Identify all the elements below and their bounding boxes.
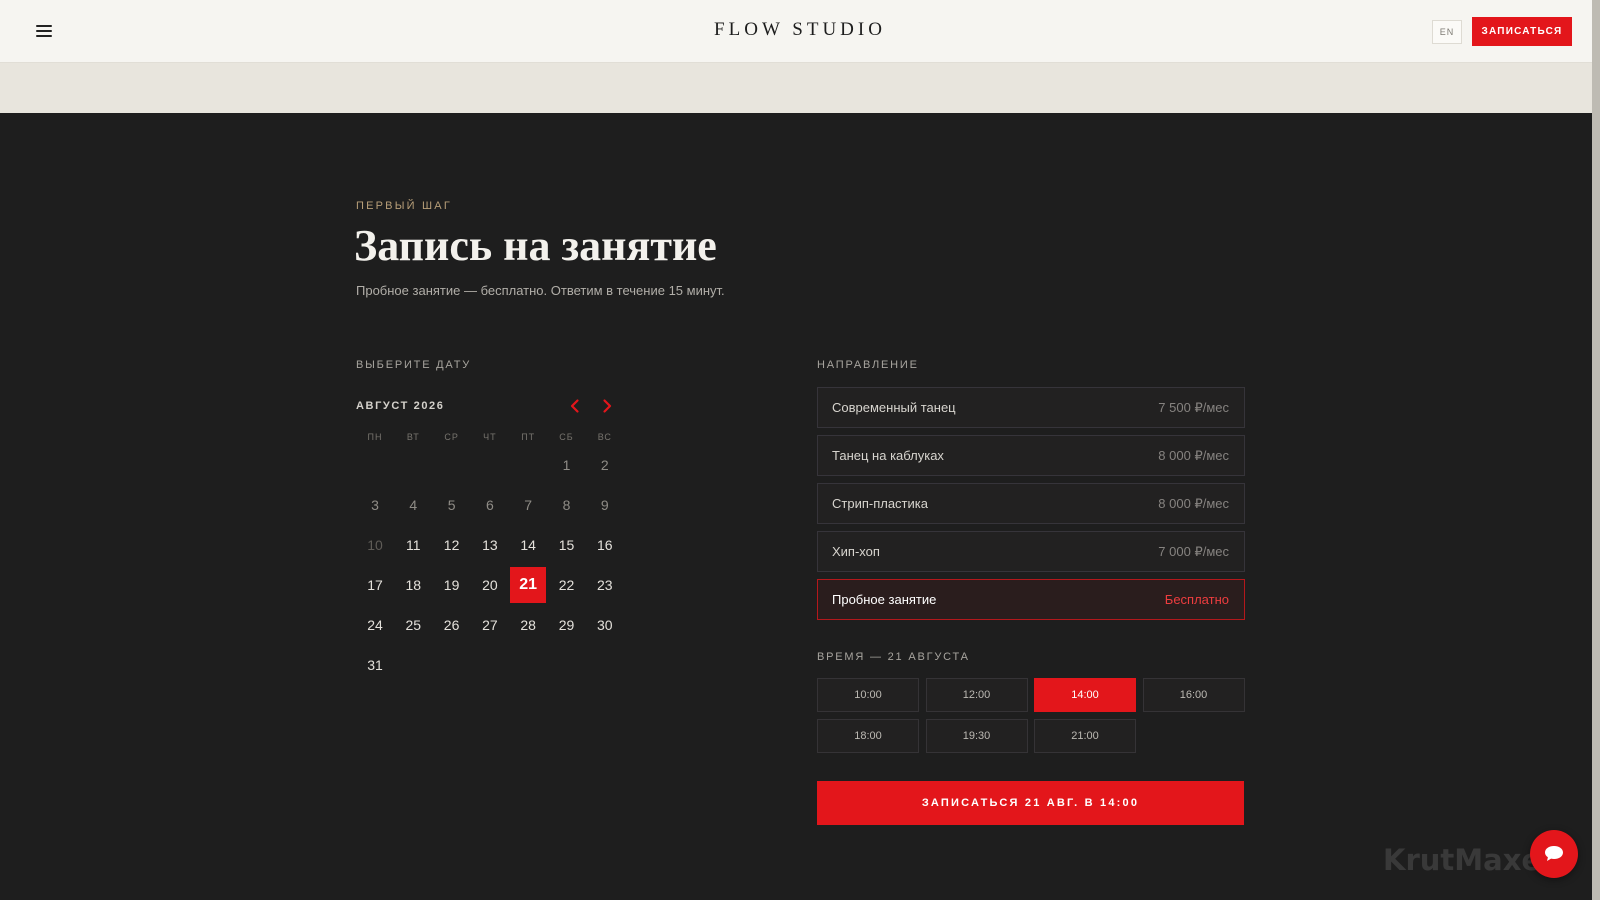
direction-name: Стрип-пластика [832, 496, 928, 511]
calendar-day[interactable]: 31 [357, 647, 393, 683]
direction-price: 8 000 ₽/мес [1158, 495, 1229, 511]
direction-section-label: НАПРАВЛЕНИЕ [817, 359, 919, 371]
calendar-day[interactable]: 14 [510, 527, 546, 563]
weekday-label: ВС [597, 432, 612, 442]
calendar-day[interactable]: 25 [395, 607, 431, 643]
calendar-weekdays: ПН ВТ СР ЧТ ПТ СБ ВС [356, 432, 624, 446]
calendar-day[interactable]: 19 [434, 567, 470, 603]
calendar-day[interactable]: 28 [510, 607, 546, 643]
hamburger-menu-icon[interactable] [36, 24, 52, 38]
step-eyebrow: ПЕРВЫЙ ШАГ [356, 200, 452, 212]
calendar-day[interactable]: 24 [357, 607, 393, 643]
calendar-day[interactable]: 7 [510, 487, 546, 523]
date-section-label: ВЫБЕРИТЕ ДАТУ [356, 359, 472, 371]
chevron-right-icon[interactable] [598, 397, 616, 415]
weekday-label: СБ [559, 432, 574, 442]
time-section-label: ВРЕМЯ — 21 АВГУСТА [817, 651, 970, 663]
brand-logo[interactable]: FLOW STUDIO [0, 19, 1600, 41]
direction-price: 8 000 ₽/мес [1158, 447, 1229, 463]
weekday-label: ЧТ [483, 432, 497, 442]
time-slot-button[interactable]: 21:00 [1034, 719, 1136, 753]
page-title: Запись на занятие [354, 221, 717, 270]
calendar-day: 10 [367, 537, 383, 553]
calendar-day[interactable]: 29 [549, 607, 585, 643]
calendar-day[interactable]: 21 [510, 567, 547, 603]
weekday-label: ПН [367, 432, 383, 442]
calendar-day[interactable]: 9 [587, 487, 623, 523]
direction-name: Современный танец [832, 400, 956, 415]
calendar-day[interactable]: 30 [587, 607, 623, 643]
calendar-day[interactable]: 15 [549, 527, 585, 563]
calendar-day[interactable]: 22 [549, 567, 585, 603]
direction-option[interactable]: Танец на каблуках 8 000 ₽/мес [817, 435, 1245, 476]
language-switch-button[interactable]: EN [1432, 20, 1462, 44]
calendar-day[interactable]: 26 [434, 607, 470, 643]
chat-bubble-icon[interactable] [1530, 830, 1578, 878]
calendar-day[interactable]: 8 [549, 487, 585, 523]
submit-booking-button[interactable]: ЗАПИСАТЬСЯ 21 АВГ. В 14:00 [817, 781, 1244, 825]
weekday-label: ПТ [521, 432, 536, 442]
calendar-day[interactable]: 5 [434, 487, 470, 523]
weekday-label: СР [444, 432, 459, 442]
direction-name: Пробное занятие [832, 592, 937, 607]
calendar-day[interactable]: 18 [395, 567, 431, 603]
calendar-day[interactable]: 2 [587, 447, 623, 483]
calendar-day[interactable]: 4 [395, 487, 431, 523]
time-slot-button[interactable]: 16:00 [1142, 678, 1245, 712]
calendar-day[interactable]: 13 [472, 527, 508, 563]
direction-name: Танец на каблуках [832, 448, 944, 463]
direction-price: 7 000 ₽/мес [1158, 543, 1229, 559]
calendar-day[interactable]: 6 [472, 487, 508, 523]
calendar-day[interactable]: 20 [472, 567, 508, 603]
time-slot-button[interactable]: 18:00 [817, 719, 919, 753]
calendar-day[interactable]: 27 [472, 607, 508, 643]
calendar-day[interactable]: 11 [395, 527, 431, 563]
weekday-label: ВТ [406, 432, 420, 442]
time-slot-button[interactable]: 12:00 [925, 678, 1028, 712]
header: FLOW STUDIO EN ЗАПИСАТЬСЯ [0, 0, 1600, 63]
direction-option[interactable]: Современный танец 7 500 ₽/мес [817, 387, 1245, 428]
time-slot-button[interactable]: 19:30 [925, 719, 1028, 753]
time-slot-button[interactable]: 14:00 [1034, 678, 1136, 712]
calendar-day[interactable]: 1 [549, 447, 585, 483]
direction-option[interactable]: Стрип-пластика 8 000 ₽/мес [817, 483, 1245, 524]
calendar-day[interactable]: 12 [434, 527, 470, 563]
calendar-day[interactable]: 23 [587, 567, 623, 603]
direction-option[interactable]: Пробное занятие Бесплатно [817, 579, 1245, 620]
direction-price: Бесплатно [1164, 592, 1229, 607]
direction-option[interactable]: Хип-хоп 7 000 ₽/мес [817, 531, 1245, 572]
calendar-month: АВГУСТ 2026 [356, 400, 445, 412]
header-band [0, 63, 1600, 113]
direction-price: 7 500 ₽/мес [1158, 399, 1229, 415]
calendar-day[interactable]: 17 [357, 567, 393, 603]
calendar-days: 1 2 3 4 5 6 7 8 9 10 11 12 13 14 15 16 17 18 19 20 21 22 23 24 2… [356, 455, 624, 695]
calendar-day[interactable]: 16 [587, 527, 623, 563]
page-subtitle: Пробное занятие — бесплатно. Ответим в т… [356, 283, 725, 298]
header-signup-button[interactable]: ЗАПИСАТЬСЯ [1472, 17, 1572, 46]
direction-name: Хип-хоп [832, 544, 880, 559]
calendar-day[interactable]: 3 [357, 487, 393, 523]
chevron-left-icon[interactable] [566, 397, 584, 415]
time-slot-button[interactable]: 10:00 [817, 678, 919, 712]
scrollbar[interactable] [1592, 0, 1600, 900]
